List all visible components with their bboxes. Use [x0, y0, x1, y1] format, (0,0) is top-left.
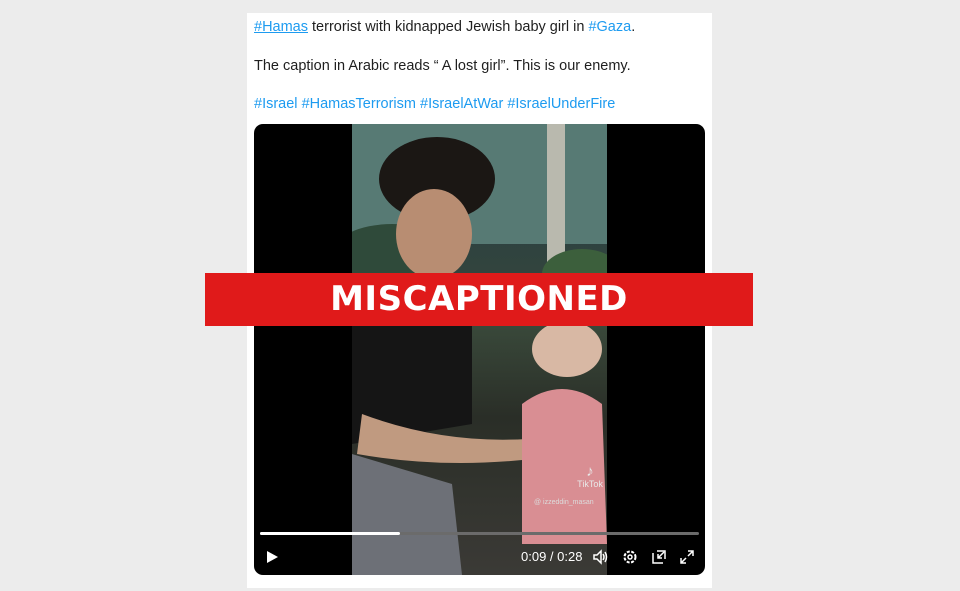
settings-icon[interactable]	[622, 549, 638, 565]
tiktok-icon: ♪	[586, 463, 594, 480]
miscaptioned-banner: MISCAPTIONED	[205, 273, 753, 326]
video-progress-fill	[260, 532, 401, 535]
hashtag-hamasterrorism[interactable]: #HamasTerrorism	[302, 96, 416, 112]
video-player[interactable]: ♪ TikTok @ izzeddin_masan 0:09 / 0:28	[254, 124, 705, 575]
hashtag-israelatwar[interactable]: #IsraelAtWar	[420, 96, 503, 112]
video-scene	[352, 124, 607, 575]
video-controls: 0:09 / 0:28	[254, 547, 705, 567]
hashtag-gaza[interactable]: #Gaza	[588, 19, 631, 35]
tiktok-label: TikTok	[577, 479, 603, 489]
fullscreen-icon[interactable]	[679, 549, 695, 565]
hashtag-israel[interactable]: #Israel	[254, 96, 298, 112]
tweet-line-1: #Hamas terrorist with kidnapped Jewish b…	[254, 19, 635, 35]
tweet-text-1: terrorist with kidnapped Jewish baby gir…	[308, 19, 589, 35]
tweet-line-2: The caption in Arabic reads “ A lost gir…	[254, 58, 631, 74]
tiktok-watermark: ♪ TikTok	[575, 464, 605, 489]
play-icon[interactable]	[264, 549, 280, 565]
hashtag-israelunderfire[interactable]: #IsraelUnderFire	[507, 96, 615, 112]
hashtag-row: #Israel #HamasTerrorism #IsraelAtWar #Is…	[254, 96, 615, 112]
video-frame[interactable]: ♪ TikTok @ izzeddin_masan	[352, 124, 607, 575]
tweet-text-1-end: .	[631, 19, 636, 35]
volume-icon[interactable]	[593, 549, 609, 565]
video-progress-bar[interactable]	[260, 532, 699, 535]
video-time: 0:09 / 0:28	[521, 549, 583, 564]
tiktok-username: @ izzeddin_masan	[534, 499, 594, 506]
hashtag-hamas[interactable]: #Hamas	[254, 19, 308, 35]
picture-in-picture-icon[interactable]	[651, 549, 667, 565]
